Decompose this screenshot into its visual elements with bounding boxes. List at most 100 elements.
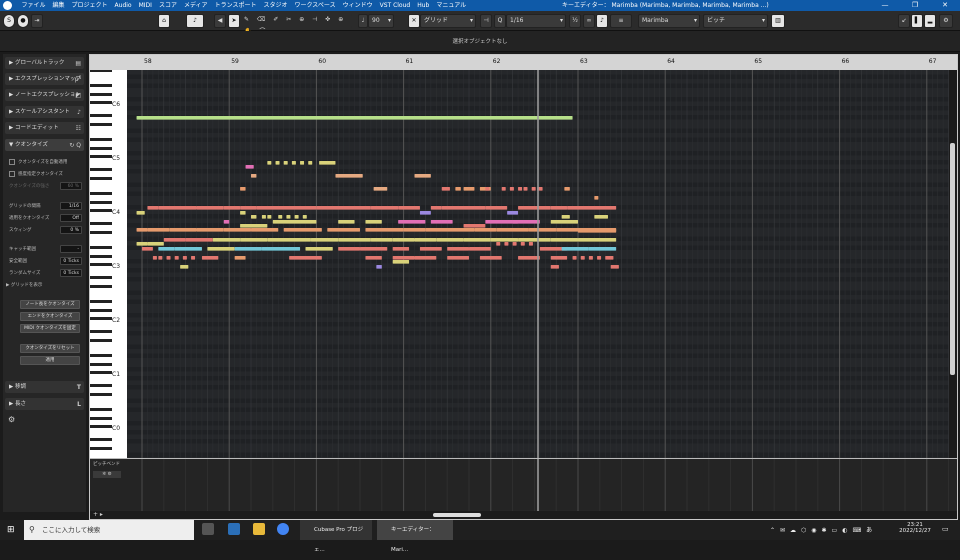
length-quantize-icon[interactable]: ½ xyxy=(569,14,581,28)
midi-note[interactable] xyxy=(425,228,475,232)
midi-note[interactable] xyxy=(528,228,557,232)
midi-note[interactable] xyxy=(550,220,578,224)
menu-audio[interactable]: Audio xyxy=(111,1,135,10)
midi-note[interactable] xyxy=(392,238,415,242)
file-explorer-icon[interactable] xyxy=(253,523,265,535)
black-key[interactable] xyxy=(90,437,112,441)
midi-note[interactable] xyxy=(430,220,453,224)
midi-note[interactable] xyxy=(501,187,506,191)
midi-note[interactable] xyxy=(365,220,382,224)
midi-note[interactable] xyxy=(550,265,559,269)
midi-note[interactable] xyxy=(455,187,461,191)
midi-note[interactable] xyxy=(550,206,568,210)
midi-note[interactable] xyxy=(256,206,317,210)
record-icon[interactable]: ● xyxy=(17,14,29,28)
black-key[interactable] xyxy=(90,92,112,96)
midi-note[interactable] xyxy=(267,161,272,165)
midi-note[interactable] xyxy=(490,238,519,242)
inspector-settings-gear-icon[interactable]: ⚙ xyxy=(8,415,15,424)
menu-file[interactable]: ファイル xyxy=(18,1,49,10)
acoustic-feedback-icon[interactable]: ◀ xyxy=(214,14,226,28)
midi-note[interactable] xyxy=(338,247,360,251)
midi-note[interactable] xyxy=(147,242,164,246)
midi-note[interactable] xyxy=(398,220,426,224)
midi-note[interactable] xyxy=(518,256,540,260)
midi-note[interactable] xyxy=(512,220,540,224)
midi-note[interactable] xyxy=(597,256,602,260)
midi-note[interactable] xyxy=(240,206,257,210)
snap-icon[interactable]: ✕ xyxy=(408,14,420,28)
midi-note[interactable] xyxy=(158,247,175,251)
tool-palette[interactable]: ✎ ⌫ ✐ ✂ ⊕ ⊣ ✜ ⊕ ✋ ⌒ xyxy=(242,14,352,35)
taskbar-app-key-editor[interactable]: キーエディター： Mari... xyxy=(377,520,453,553)
section-length[interactable]: ▶ 長さ L xyxy=(5,398,84,410)
midi-note[interactable] xyxy=(240,211,246,215)
vertical-scrollbar[interactable] xyxy=(949,70,957,458)
freeze-midi-quantize-button[interactable]: MIDI クオンタイズを固定 xyxy=(20,324,80,333)
checkbox-icon[interactable] xyxy=(9,158,15,165)
midi-note[interactable] xyxy=(267,238,311,242)
midi-note[interactable] xyxy=(223,228,251,232)
midi-note[interactable] xyxy=(245,165,254,169)
midi-note[interactable] xyxy=(305,247,333,251)
midi-note[interactable] xyxy=(278,215,283,219)
midi-note[interactable] xyxy=(286,215,291,219)
midi-note[interactable] xyxy=(308,161,313,165)
black-key[interactable] xyxy=(90,177,112,181)
grid-type-select[interactable]: グリッド xyxy=(420,14,476,28)
midi-note[interactable] xyxy=(169,228,197,232)
piano-keys-icon[interactable]: ▥ xyxy=(771,14,785,28)
black-key[interactable] xyxy=(90,123,112,127)
midi-note[interactable] xyxy=(158,256,163,260)
midi-note[interactable] xyxy=(212,238,241,242)
midi-note[interactable] xyxy=(572,256,577,260)
menu-window[interactable]: ウィンドウ xyxy=(339,1,376,10)
midi-note[interactable] xyxy=(430,206,442,210)
midi-note[interactable] xyxy=(182,256,187,260)
midi-note[interactable] xyxy=(275,161,280,165)
midi-note[interactable] xyxy=(196,206,224,210)
midi-note[interactable] xyxy=(136,211,145,215)
midi-note[interactable] xyxy=(360,247,388,251)
midi-note[interactable] xyxy=(158,206,197,210)
midi-note[interactable] xyxy=(185,238,213,242)
black-key[interactable] xyxy=(90,254,112,258)
midi-note[interactable] xyxy=(365,228,404,232)
minimize-button[interactable]: — xyxy=(870,0,900,11)
black-key[interactable] xyxy=(90,275,112,279)
black-key[interactable] xyxy=(90,113,112,117)
midi-note[interactable] xyxy=(267,215,272,219)
iq-field[interactable]: Off xyxy=(60,214,82,222)
controller-lane-grid[interactable] xyxy=(127,459,949,512)
midi-note[interactable] xyxy=(316,206,371,210)
notifications-icon[interactable]: ▭ xyxy=(942,525,949,533)
midi-note[interactable] xyxy=(398,206,420,210)
black-key[interactable] xyxy=(90,329,112,333)
black-key[interactable] xyxy=(90,300,112,304)
midi-note[interactable] xyxy=(272,220,317,224)
solo-editor-icon[interactable]: S xyxy=(3,14,15,28)
midi-note[interactable] xyxy=(240,224,268,228)
midi-note[interactable] xyxy=(163,238,186,242)
settings-gear-icon[interactable]: ⚙ xyxy=(939,14,953,28)
midi-note[interactable] xyxy=(291,161,296,165)
instrument-select[interactable]: Marimba xyxy=(638,14,700,28)
black-key[interactable] xyxy=(90,408,112,412)
catch-field[interactable]: - xyxy=(60,245,82,253)
section-note-expression[interactable]: ▶ ノートエクスプレッション ◩ xyxy=(5,89,84,101)
midi-note[interactable] xyxy=(283,228,322,232)
section-expression-map[interactable]: ▶ エクスプレッションマップ p⁴ xyxy=(5,73,84,85)
note-grid[interactable] xyxy=(127,70,949,458)
black-key[interactable] xyxy=(90,167,112,171)
quantize-preset-select[interactable]: 1/16 xyxy=(506,14,566,28)
auto-quantize-option[interactable]: クオンタイズを自動適用 xyxy=(9,158,82,167)
black-key[interactable] xyxy=(90,416,112,420)
midi-note[interactable] xyxy=(594,196,599,200)
controller-lane-controls[interactable]: ✲ ⚙ xyxy=(93,471,121,478)
midi-note[interactable] xyxy=(310,238,339,242)
vertical-scroll-thumb[interactable] xyxy=(950,143,955,375)
object-selection-tool-icon[interactable]: ➤ xyxy=(228,14,240,28)
midi-note[interactable] xyxy=(567,206,617,210)
black-key[interactable] xyxy=(90,70,112,73)
midi-note[interactable] xyxy=(152,256,157,260)
